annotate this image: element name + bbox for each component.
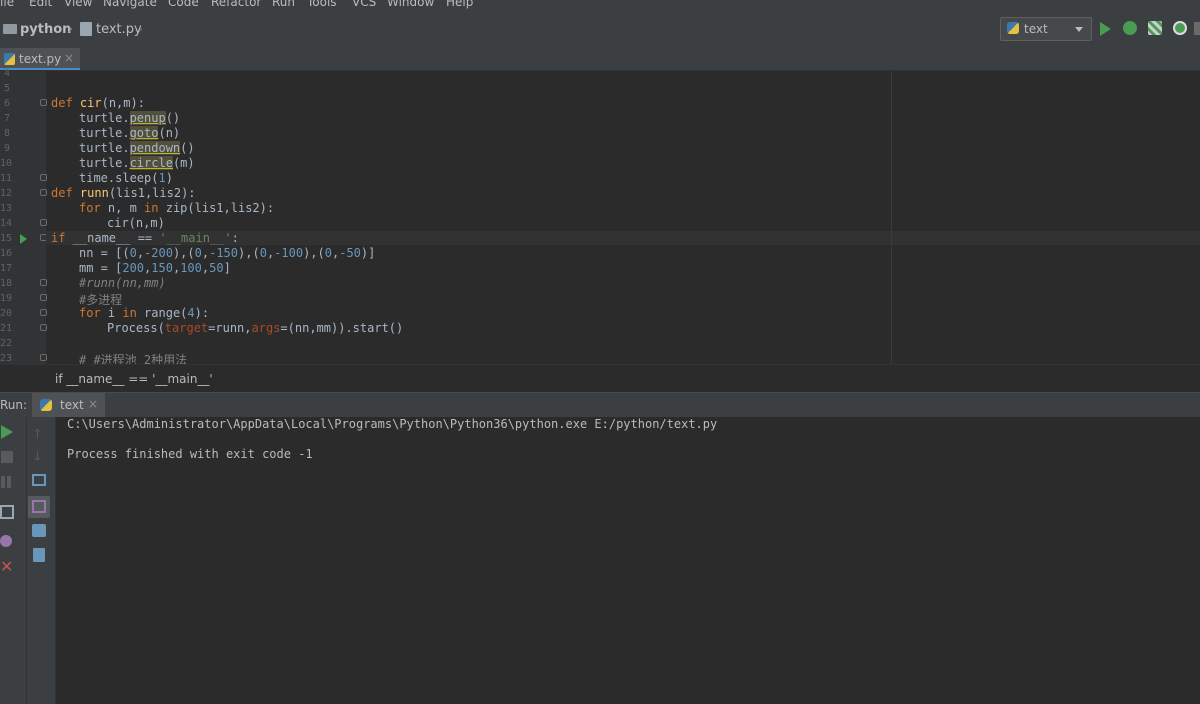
run-icon[interactable]: [1100, 22, 1111, 36]
code-line-15: if __name__ == '__main__':: [51, 231, 239, 245]
run-tab-text[interactable]: text ×: [32, 393, 105, 418]
python-icon: [1007, 22, 1019, 34]
settings-icon[interactable]: [0, 535, 12, 547]
code-editor[interactable]: def cir(n,m): turtle.penup() turtle.goto…: [0, 71, 891, 364]
python-file-icon: [4, 53, 15, 65]
code-line-10: turtle.circle(m): [79, 156, 195, 170]
breadcrumb-file[interactable]: text.py: [96, 22, 142, 37]
code-line-6: def cir(n,m):: [51, 96, 145, 110]
tab-label: text.py: [19, 52, 62, 66]
menu-file[interactable]: File: [0, 0, 14, 9]
pause-icon[interactable]: [1, 476, 5, 488]
code-line-13: for n, m in zip(lis1,lis2):: [79, 201, 275, 215]
rerun-icon[interactable]: [1, 425, 13, 439]
run-configuration-label: text: [1024, 22, 1048, 36]
menu-tools[interactable]: Tools: [307, 0, 337, 9]
editor-breadcrumb-bar: if __name__ == '__main__': [0, 364, 1200, 393]
code-line-9: turtle.pendown(): [79, 141, 195, 155]
stop-icon[interactable]: [1, 451, 13, 463]
menu-bar: File Edit View Navigate Code Refactor Ru…: [0, 0, 1200, 10]
code-line-23: # #进程池 2种用法: [79, 353, 188, 364]
run-tab-label: text: [60, 398, 84, 412]
pause-icon[interactable]: [7, 476, 11, 488]
toolbar-divider: [26, 417, 27, 704]
dump-threads-icon[interactable]: [0, 505, 14, 519]
print-icon[interactable]: [32, 524, 46, 537]
chevron-right-icon: ›: [68, 22, 74, 37]
scroll-to-end-button[interactable]: [28, 496, 50, 518]
close-icon[interactable]: ×: [88, 397, 98, 411]
more-icon[interactable]: [1194, 22, 1200, 35]
menu-view[interactable]: View: [64, 0, 92, 9]
code-line-14: cir(n,m): [107, 216, 165, 230]
breadcrumb-project[interactable]: python: [20, 22, 71, 37]
close-icon[interactable]: ×: [64, 51, 74, 65]
editor-tab-bar: text.py ×: [0, 48, 1200, 71]
down-arrow-icon[interactable]: 🡓: [34, 447, 41, 469]
python-file-icon: [80, 22, 92, 36]
menu-help[interactable]: Help: [446, 0, 473, 9]
console-line: Process finished with exit code -1: [67, 447, 313, 461]
console-line: C:\Users\Administrator\AppData\Local\Pro…: [67, 417, 718, 431]
menu-edit[interactable]: Edit: [29, 0, 52, 9]
menu-vcs[interactable]: VCS: [352, 0, 376, 9]
debug-icon[interactable]: [1123, 21, 1137, 35]
chevron-right-icon: ›: [138, 22, 144, 37]
run-toolbar: ✕ 🡑 🡓: [0, 417, 56, 704]
chevron-down-icon: [1075, 27, 1083, 32]
menu-run[interactable]: Run: [272, 0, 295, 9]
code-line-17: mm = [200,150,100,50]: [79, 261, 231, 275]
tab-text-py[interactable]: text.py ×: [0, 48, 80, 70]
trash-icon[interactable]: [33, 548, 45, 562]
profile-icon[interactable]: [1173, 21, 1187, 35]
navigation-bar: python › text.py › text: [0, 10, 1200, 49]
code-line-20: for i in range(4):: [79, 306, 210, 320]
run-panel-label: Run:: [0, 398, 28, 412]
console-output[interactable]: C:\Users\Administrator\AppData\Local\Pro…: [56, 417, 1200, 704]
menu-window[interactable]: Window: [387, 0, 434, 9]
menu-navigate[interactable]: Navigate: [103, 0, 157, 9]
folder-icon: [3, 24, 17, 34]
python-icon: [40, 399, 52, 411]
right-margin-guide: [891, 71, 892, 364]
code-line-8: turtle.goto(n): [79, 126, 181, 140]
code-line-11: time.sleep(1): [79, 171, 173, 185]
code-line-18: #runn(nn,mm): [79, 276, 166, 290]
menu-code[interactable]: Code: [168, 0, 199, 9]
code-line-16: nn = [(0,-200),(0,-150),(0,-100),(0,-50)…: [79, 246, 376, 260]
code-line-12: def runn(lis1,lis2):: [51, 186, 196, 200]
code-line-7: turtle.penup(): [79, 111, 181, 125]
menu-refactor[interactable]: Refactor: [211, 0, 261, 9]
run-configuration-select[interactable]: text: [1000, 17, 1092, 41]
code-line-21: Process(target=runn,args=(nn,mm)).start(…: [107, 321, 404, 335]
run-panel-header: Run: text ×: [0, 392, 1200, 419]
up-arrow-icon[interactable]: 🡑: [34, 425, 41, 447]
scroll-to-end-icon: [32, 500, 46, 513]
close-icon[interactable]: ✕: [0, 557, 13, 576]
soft-wrap-icon[interactable]: [32, 474, 46, 486]
coverage-icon[interactable]: [1148, 21, 1162, 35]
scope-breadcrumb[interactable]: if __name__ == '__main__': [55, 372, 213, 386]
